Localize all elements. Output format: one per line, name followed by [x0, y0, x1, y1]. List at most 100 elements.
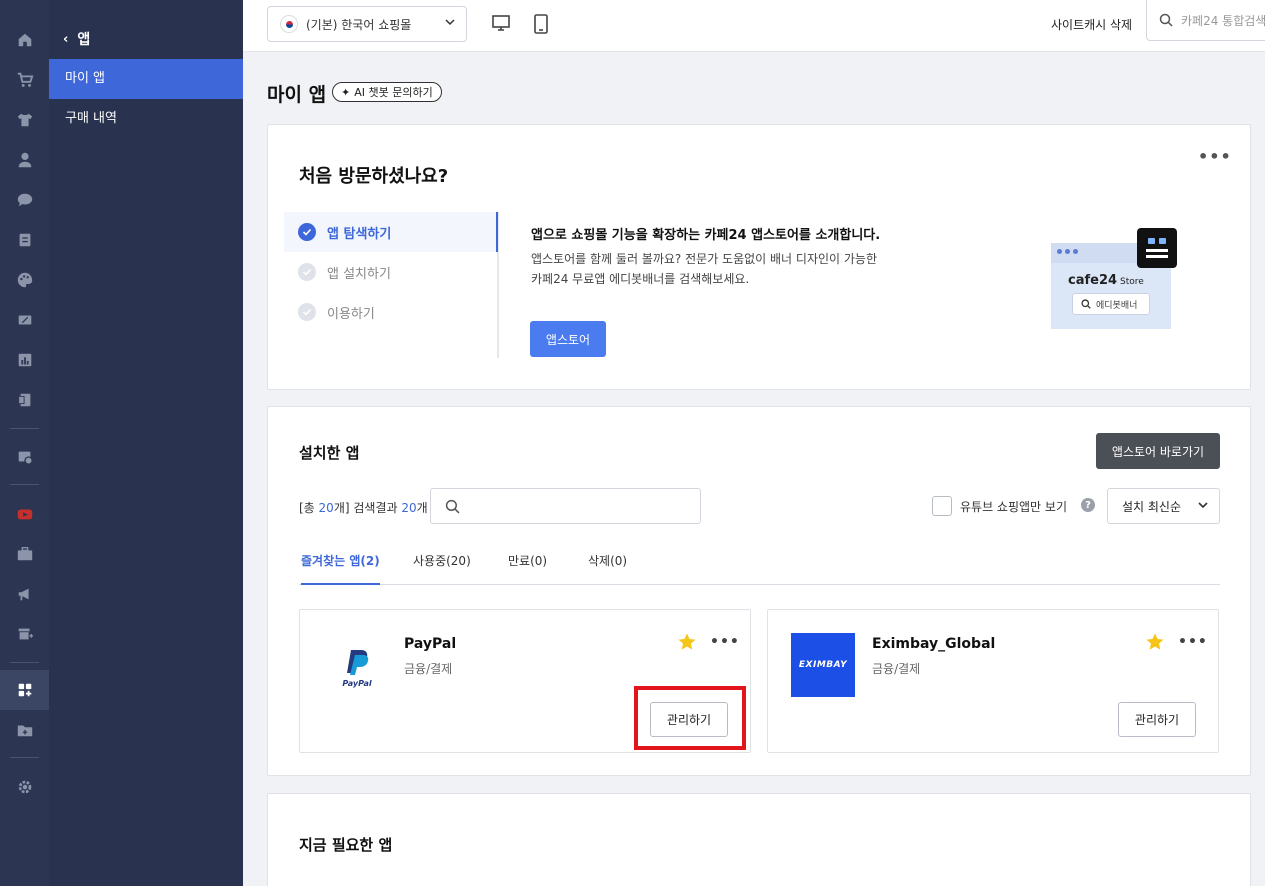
page-title: 마이 앱 — [267, 84, 327, 106]
app-name: PayPal — [404, 636, 457, 652]
step-install[interactable]: 앱 설치하기 — [284, 252, 497, 292]
rail-divider — [10, 484, 39, 485]
count-prefix: [총 — [299, 501, 319, 515]
count-mid: 개] 검색결과 — [333, 501, 402, 515]
count-result: 20 — [401, 501, 417, 515]
back-to-apps[interactable]: ‹ 앱 — [63, 28, 90, 50]
coupon-icon[interactable] — [0, 300, 49, 340]
rail-divider — [10, 757, 39, 758]
apps-icon[interactable] — [0, 670, 49, 710]
app-category: 금융/결제 — [872, 662, 921, 676]
app-tabs: 즐겨찾는 앱(2) 사용중(20) 만료(0) 삭제(0) — [299, 540, 1220, 585]
robot-eye — [1148, 238, 1155, 244]
youtube-only-checkbox[interactable] — [932, 496, 952, 516]
palette-icon[interactable] — [0, 260, 49, 300]
intro-heading: 앱으로 쇼핑몰 기능을 확장하는 카페24 앱스토어를 소개합니다. — [531, 228, 881, 243]
result-count: [총 20개] 검색결과 20개 — [299, 499, 428, 516]
sparkle-icon: ✦ — [341, 85, 351, 99]
count-total: 20 — [318, 501, 334, 515]
person-icon[interactable] — [0, 140, 49, 180]
more-options-icon[interactable]: ••• — [1198, 147, 1232, 166]
document-icon[interactable] — [0, 220, 49, 260]
more-options-icon[interactable]: ••• — [1178, 634, 1208, 650]
eximbay-logo: EXIMBAY — [791, 633, 855, 697]
cafe24-store-logo: cafe24 Store — [1068, 273, 1144, 288]
store-logo-text: Store — [1120, 277, 1144, 287]
appstore-button[interactable]: 앱스토어 — [530, 321, 606, 357]
star-icon[interactable] — [677, 632, 697, 652]
step-use[interactable]: 이용하기 — [284, 292, 497, 332]
chart-icon[interactable] — [0, 340, 49, 380]
chat-icon[interactable] — [0, 180, 49, 220]
youtube-only-label[interactable]: 유튜브 쇼핑앱만 보기 — [960, 498, 1067, 515]
welcome-title: 처음 방문하셨나요? — [299, 166, 449, 187]
robot-icon — [1137, 228, 1177, 268]
robot-mouth — [1146, 249, 1168, 252]
onboarding-steps: 앱 탐색하기 앱 설치하기 이용하기 — [284, 212, 499, 358]
check-circle-icon — [298, 303, 316, 321]
shop-add-icon[interactable] — [0, 614, 49, 654]
highlight-box — [634, 686, 746, 750]
intro-text: 앱스토어를 함께 둘러 볼까요? 전문가 도움없이 배너 디자인이 가능한 카페… — [531, 249, 891, 289]
korea-flag-icon — [280, 15, 298, 33]
needed-apps-title: 지금 필요한 앱 — [299, 836, 393, 854]
report-icon[interactable] — [0, 380, 49, 420]
clear-site-cache-link[interactable]: 사이트캐시 삭제 — [1051, 16, 1132, 33]
mobile-icon[interactable] — [531, 13, 551, 35]
paypal-logo-text: PayPal — [342, 679, 371, 688]
more-options-icon[interactable]: ••• — [710, 634, 740, 650]
cafe24-logo-text: cafe24 — [1068, 273, 1118, 288]
robot-eye — [1159, 238, 1166, 244]
intro-line: 카페24 무료앱 에디봇배너를 검색해보세요. — [531, 272, 750, 286]
app-name: Eximbay_Global — [872, 636, 996, 652]
tab-in-use[interactable]: 사용중(20) — [413, 552, 471, 585]
needed-apps-card: 지금 필요한 앱 — [267, 793, 1251, 886]
window-dot — [1065, 249, 1070, 254]
briefcase-icon[interactable] — [0, 534, 49, 574]
help-icon[interactable]: ? — [1081, 498, 1095, 512]
step-label: 이용하기 — [327, 306, 375, 322]
tab-deleted[interactable]: 삭제(0) — [588, 552, 627, 585]
cart-icon[interactable] — [0, 60, 49, 100]
shirt-icon[interactable] — [0, 100, 49, 140]
appstore-shortcut-button[interactable]: 앱스토어 바로가기 — [1096, 433, 1220, 469]
store-settings-icon[interactable] — [0, 437, 49, 477]
rail-divider — [10, 428, 39, 429]
gear-icon[interactable] — [0, 767, 49, 807]
chevron-left-icon: ‹ — [63, 31, 69, 47]
search-icon — [1081, 299, 1091, 309]
search-icon — [1159, 13, 1173, 27]
rail-divider — [10, 662, 39, 663]
global-search-placeholder: 카페24 통합검색 — [1181, 13, 1265, 28]
megaphone-icon[interactable] — [0, 574, 49, 614]
chevron-down-icon — [1198, 502, 1208, 509]
check-circle-icon — [298, 223, 316, 241]
global-search-input[interactable]: 카페24 통합검색 — [1146, 0, 1265, 41]
back-label: 앱 — [77, 32, 91, 48]
step-label: 앱 탐색하기 — [327, 226, 392, 242]
welcome-card: 처음 방문하셨나요? ••• 앱 탐색하기 앱 설치하기 이용하기 앱으로 쇼핑… — [267, 124, 1251, 390]
robot-mouth — [1146, 255, 1168, 258]
app-search-input[interactable] — [430, 488, 701, 524]
shop-selector[interactable]: (기본) 한국어 쇼핑몰 — [267, 6, 467, 42]
star-icon[interactable] — [1145, 632, 1165, 652]
ai-chatbot-button[interactable]: ✦ AI 챗봇 문의하기 — [332, 82, 442, 102]
app-category: 금융/결제 — [404, 662, 453, 676]
youtube-icon[interactable] — [0, 494, 49, 534]
sidebar-item-my-apps[interactable]: 마이 앱 — [49, 59, 243, 99]
tab-expired[interactable]: 만료(0) — [508, 552, 547, 585]
sidebar-item-purchase-history[interactable]: 구매 내역 — [49, 99, 243, 139]
manage-button[interactable]: 관리하기 — [1118, 702, 1196, 737]
sort-select[interactable]: 설치 최신순 — [1107, 488, 1220, 524]
home-icon[interactable] — [0, 20, 49, 60]
illustration-search: 에디봇배너 — [1072, 293, 1150, 315]
folder-add-icon[interactable] — [0, 710, 49, 750]
desktop-icon[interactable] — [491, 13, 511, 33]
intro-line: 앱스토어를 함께 둘러 볼까요? 전문가 도움없이 배너 디자인이 가능한 — [531, 252, 878, 266]
tab-favorites[interactable]: 즐겨찾는 앱(2) — [301, 552, 380, 585]
illustration-search-text: 에디봇배너 — [1096, 300, 1138, 311]
search-icon — [445, 499, 460, 513]
ai-chatbot-label: AI 챗봇 문의하기 — [354, 86, 433, 99]
sort-value: 설치 최신순 — [1122, 499, 1182, 514]
step-explore[interactable]: 앱 탐색하기 — [284, 212, 497, 252]
